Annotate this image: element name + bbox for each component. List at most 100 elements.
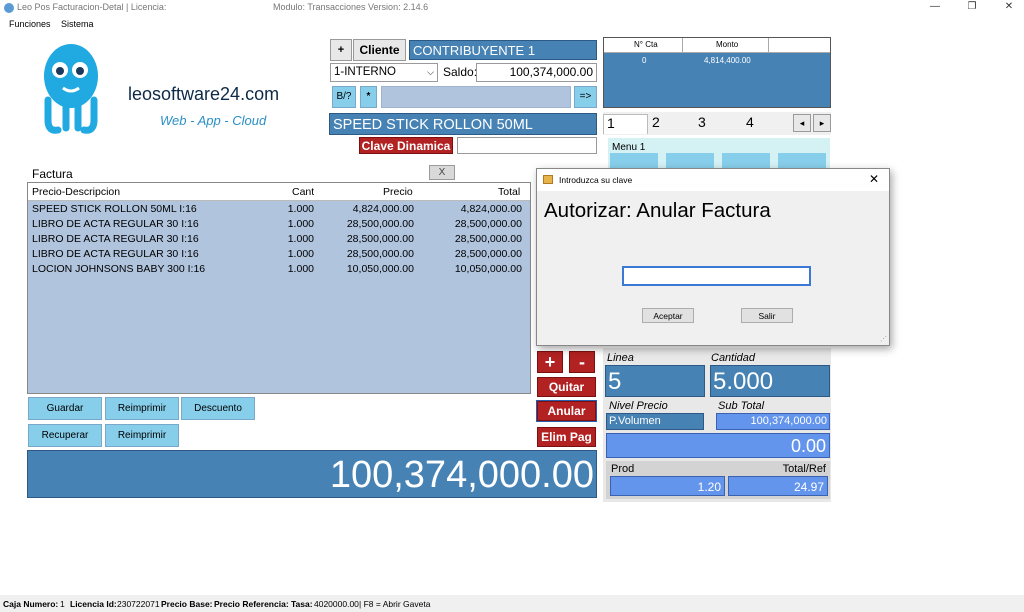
header-total: Total	[498, 186, 521, 198]
invoice-grid-header: Precio-Descripcion Cant Precio Total	[28, 183, 530, 201]
row-cant: 1.000	[287, 248, 314, 260]
linea-value: 5	[605, 365, 705, 397]
tasa-label: Tasa:	[291, 599, 313, 609]
menu-tile-4[interactable]	[778, 153, 826, 168]
client-type-value: 1-INTERNO	[334, 66, 396, 78]
recuperar-button[interactable]: Recuperar	[28, 424, 102, 447]
table-row[interactable]: LIBRO DE ACTA REGULAR 30 I:16 1.000 28,500…	[28, 217, 530, 232]
logo-site: leosoftware24.com	[128, 84, 280, 104]
row-total: 10,050,000.00	[454, 263, 522, 275]
menu-sistema[interactable]: Sistema	[61, 19, 94, 29]
arrow-button[interactable]: =>	[574, 86, 597, 108]
increase-button[interactable]: +	[537, 351, 563, 373]
quota-header-cta: N° Cta	[634, 40, 658, 49]
clave-dinamica-input[interactable]	[457, 137, 597, 154]
dialog-close-icon[interactable]: ✕	[869, 172, 879, 186]
table-row[interactable]: SPEED STICK ROLLON 50ML I:16 1.000 4,824,0…	[28, 202, 530, 217]
client-button[interactable]: Cliente	[353, 39, 406, 61]
menu-panel: Menu 1	[608, 138, 830, 168]
dialog-heading: Autorizar: Anular Factura	[544, 199, 771, 222]
decrease-button[interactable]: -	[569, 351, 595, 373]
client-name-field[interactable]: CONTRIBUYENTE 1	[409, 40, 597, 60]
header-cant: Cant	[292, 186, 315, 198]
table-row[interactable]: LIBRO DE ACTA REGULAR 30 I:16 1.000 28,500…	[28, 247, 530, 262]
octopus-logo-icon	[44, 44, 98, 134]
precio-ref-label: Precio Referencia:	[214, 599, 289, 609]
table-row[interactable]: LOCION JOHNSONS BABY 300 I:16 1.000 10,050…	[28, 262, 530, 277]
row-total: 28,500,000.00	[454, 233, 522, 245]
menu-tile-2[interactable]	[666, 153, 714, 168]
subtotal-value: 100,374,000.00	[716, 413, 830, 430]
restore-icon[interactable]: ❐	[962, 1, 982, 12]
menu-funciones[interactable]: Funciones	[9, 19, 51, 29]
quitar-button[interactable]: Quitar	[537, 377, 596, 397]
row-desc: LIBRO DE ACTA REGULAR 30 I:16	[32, 248, 199, 260]
tab-3[interactable]: 3	[698, 114, 706, 134]
resize-grip-icon[interactable]: ⋰	[880, 335, 887, 343]
totalref-label: Total/Ref	[782, 463, 826, 475]
row-desc: SPEED STICK ROLLON 50ML I:16	[32, 203, 197, 215]
logo-tagline: Web - App - Cloud	[160, 113, 267, 128]
product-search-input[interactable]	[381, 86, 571, 108]
search-product-button[interactable]: B/?	[332, 86, 356, 108]
menu-tile-3[interactable]	[722, 153, 770, 168]
saldo-label: Saldo:	[443, 65, 478, 79]
row-precio: 28,500,000.00	[346, 248, 414, 260]
clave-dinamica-button[interactable]: Clave Dinamica	[359, 137, 453, 154]
table-row[interactable]: LIBRO DE ACTA REGULAR 30 I:16 1.000 28,500…	[28, 232, 530, 247]
cantidad-label: Cantidad	[711, 352, 756, 364]
nivel-precio-value[interactable]: P.Volumen	[606, 413, 704, 430]
licencia-label: Licencia Id:	[70, 599, 117, 609]
row-cant: 1.000	[287, 233, 314, 245]
star-button[interactable]: *	[360, 86, 377, 108]
menu-bar: Funciones Sistema	[0, 17, 1024, 32]
subtotal-label: Sub Total	[718, 400, 765, 412]
invoice-label: Factura	[32, 167, 73, 181]
tasa-value: 4020000.00	[314, 599, 359, 609]
guardar-button[interactable]: Guardar	[28, 397, 102, 420]
quota-row[interactable]: 0 4,814,400.00	[604, 55, 830, 67]
aceptar-button[interactable]: Aceptar	[642, 308, 694, 323]
tab-next-icon[interactable]: ▸	[813, 114, 831, 132]
tab-4[interactable]: 4	[746, 114, 754, 134]
password-input[interactable]	[622, 266, 811, 286]
tab-prev-icon[interactable]: ◂	[793, 114, 811, 132]
row-desc: LIBRO DE ACTA REGULAR 30 I:16	[32, 233, 199, 245]
licencia-value: 230722071	[117, 599, 160, 609]
nivel-precio-label: Nivel Precio	[609, 400, 668, 412]
tab-2[interactable]: 2	[652, 114, 660, 134]
row-cant: 1.000	[287, 203, 314, 215]
row-precio: 10,050,000.00	[346, 263, 414, 275]
title-bar: Leo Pos Facturacion-Detal | Licencia: Mo…	[0, 0, 1024, 17]
salir-button[interactable]: Salir	[741, 308, 793, 323]
app-icon	[4, 3, 14, 13]
totalref-value: 24.97	[728, 476, 828, 496]
saldo-field[interactable]: 100,374,000.00	[476, 63, 597, 82]
elim-pag-button[interactable]: Elim Pag	[537, 427, 596, 447]
password-dialog: Introduzca su clave ✕ Autorizar: Anular …	[536, 168, 890, 346]
window-title: Leo Pos Facturacion-Detal | Licencia:	[17, 2, 167, 12]
shortcut-hint: | F8 = Abrir Gaveta	[359, 599, 431, 609]
minimize-icon[interactable]: —	[925, 1, 945, 12]
menu-tile-1[interactable]	[610, 153, 658, 168]
reimprimir-2-button[interactable]: Reimprimir	[105, 424, 179, 447]
grand-total: 100,374,000.00	[27, 450, 597, 498]
chevron-down-icon: ⌵	[427, 67, 434, 77]
row-desc: LIBRO DE ACTA REGULAR 30 I:16	[32, 218, 199, 230]
row-precio: 4,824,000.00	[352, 203, 414, 215]
close-icon[interactable]: ✕	[999, 1, 1019, 12]
status-bar: Caja Numero: 1 Licencia Id: 230722071 Pr…	[0, 595, 1024, 612]
quota-grid: N° Cta Monto 0 4,814,400.00	[603, 37, 831, 108]
invoice-grid: Precio-Descripcion Cant Precio Total SPE…	[27, 182, 531, 394]
client-type-select[interactable]: 1-INTERNO ⌵	[330, 63, 438, 82]
dialog-app-icon	[543, 175, 553, 184]
tab-1[interactable]: 1	[603, 114, 648, 134]
descuento-button[interactable]: Descuento	[181, 397, 255, 420]
reimprimir-button[interactable]: Reimprimir	[105, 397, 179, 420]
close-invoice-button[interactable]: X	[429, 165, 455, 180]
prod-value: 1.20	[610, 476, 725, 496]
add-client-button[interactable]: +	[330, 39, 352, 61]
anular-button[interactable]: Anular	[536, 400, 597, 422]
caja-label: Caja Numero:	[3, 599, 59, 609]
precio-base-label: Precio Base:	[161, 599, 213, 609]
